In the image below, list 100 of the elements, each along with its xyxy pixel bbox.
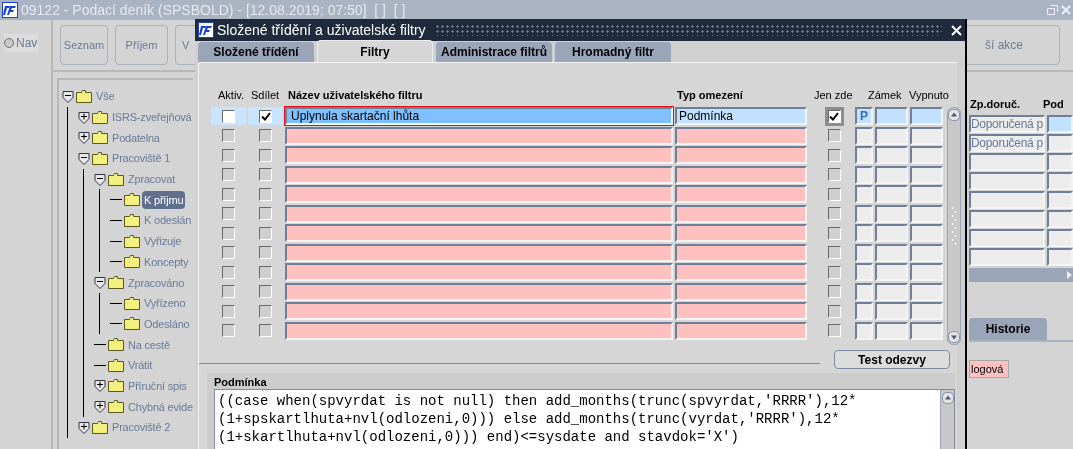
text-field[interactable]: [875, 204, 908, 223]
text-field[interactable]: [285, 165, 673, 184]
checkbox[interactable]: [827, 324, 841, 337]
checkbox[interactable]: [827, 226, 841, 240]
tab[interactable]: Administrace filtrů: [436, 42, 552, 62]
tree-item[interactable]: Pracoviště 1: [110, 149, 173, 168]
text-field[interactable]: [855, 146, 873, 164]
checkbox[interactable]: [222, 324, 235, 337]
scroll-down-icon[interactable]: [948, 331, 960, 343]
checkbox[interactable]: [827, 168, 841, 181]
text-field[interactable]: [675, 302, 807, 320]
text-field[interactable]: [875, 321, 908, 340]
text-field[interactable]: [875, 126, 908, 145]
checkbox[interactable]: [222, 226, 235, 240]
scrollbar[interactable]: [969, 268, 1073, 282]
text-field[interactable]: [910, 126, 943, 145]
checkbox[interactable]: [259, 226, 272, 240]
scrollbar[interactable]: [947, 107, 961, 345]
radio-button[interactable]: [4, 38, 14, 48]
text-field[interactable]: [855, 185, 873, 203]
text-field[interactable]: [675, 185, 807, 203]
tree-item[interactable]: Vrátit: [126, 356, 155, 375]
checkbox[interactable]: [827, 148, 841, 162]
text-field[interactable]: [675, 165, 807, 184]
text-field[interactable]: [285, 126, 673, 145]
collapse-icon[interactable]: [94, 276, 106, 290]
text-field[interactable]: [285, 243, 673, 262]
text-field[interactable]: Podmínka: [675, 107, 807, 125]
checkbox[interactable]: [259, 109, 272, 123]
text-field[interactable]: [675, 204, 807, 223]
text-field[interactable]: [875, 243, 908, 262]
text-field[interactable]: [910, 263, 943, 281]
text-field[interactable]: [855, 165, 873, 184]
expand-icon[interactable]: [78, 110, 90, 124]
text-field[interactable]: [855, 224, 873, 242]
text-field[interactable]: [675, 243, 807, 262]
checkbox[interactable]: [827, 265, 841, 279]
checkbox[interactable]: [222, 246, 235, 259]
checkbox[interactable]: [827, 304, 841, 318]
checkbox[interactable]: [259, 246, 272, 259]
text-field[interactable]: [910, 107, 943, 125]
tab[interactable]: Historie: [969, 318, 1047, 340]
text-field[interactable]: [910, 243, 943, 262]
checkbox[interactable]: [827, 109, 841, 123]
checkbox[interactable]: [827, 285, 841, 298]
tree-item[interactable]: Vše: [94, 87, 117, 106]
checkbox[interactable]: [259, 168, 272, 181]
text-field[interactable]: [910, 224, 943, 242]
text-field[interactable]: [675, 126, 807, 145]
scroll-up-icon[interactable]: [941, 392, 954, 404]
collapse-icon[interactable]: [94, 172, 106, 186]
scrollbar[interactable]: [940, 390, 954, 449]
text-field[interactable]: P: [855, 107, 873, 125]
text-field[interactable]: [855, 302, 873, 320]
tree-item[interactable]: Podatelna: [110, 128, 162, 147]
text-field[interactable]: [910, 165, 943, 184]
checkbox[interactable]: [222, 109, 235, 123]
text-field[interactable]: [285, 224, 673, 242]
text-field[interactable]: [285, 302, 673, 320]
text-field[interactable]: [875, 302, 908, 320]
collapse-icon[interactable]: [78, 151, 90, 165]
text-field[interactable]: Uplynula skartační lhůta: [285, 107, 673, 125]
tree-item[interactable]: Příruční spis: [126, 376, 189, 395]
scroll-right-icon[interactable]: [1065, 270, 1073, 280]
checkbox[interactable]: [222, 285, 235, 298]
expand-icon[interactable]: [78, 420, 90, 434]
checkbox[interactable]: [222, 148, 235, 162]
text-field[interactable]: [875, 107, 908, 125]
scroll-up-icon[interactable]: [948, 109, 960, 121]
tree-item[interactable]: ISRS-zveřejňová: [110, 108, 194, 127]
text-field[interactable]: [675, 263, 807, 281]
checkbox[interactable]: [259, 285, 272, 298]
checkbox[interactable]: [827, 207, 841, 220]
toolbar-button[interactable]: Seznam: [60, 25, 108, 65]
text-field[interactable]: [675, 146, 807, 164]
checkbox[interactable]: [827, 246, 841, 259]
tab[interactable]: Složené třídění: [198, 42, 314, 62]
checkbox[interactable]: [827, 187, 841, 201]
text-field[interactable]: [875, 185, 908, 203]
checkbox[interactable]: [222, 168, 235, 181]
text-field[interactable]: [285, 185, 673, 203]
test-button[interactable]: Test odezvy: [834, 350, 950, 369]
text-field[interactable]: [875, 146, 908, 164]
text-field[interactable]: [910, 185, 943, 203]
text-field[interactable]: [675, 224, 807, 242]
expand-icon[interactable]: [94, 379, 106, 393]
collapse-icon[interactable]: [62, 89, 74, 103]
expand-icon[interactable]: [94, 400, 106, 414]
text-field[interactable]: [910, 204, 943, 223]
text-field[interactable]: [875, 263, 908, 281]
checkbox[interactable]: [222, 265, 235, 279]
text-field[interactable]: [285, 146, 673, 164]
tab[interactable]: Hromadný filtr: [555, 42, 671, 62]
text-field[interactable]: [855, 263, 873, 281]
checkbox[interactable]: [222, 207, 235, 220]
text-field[interactable]: [910, 302, 943, 320]
tree-item[interactable]: Pracoviště 2: [110, 418, 173, 437]
checkbox[interactable]: [827, 129, 841, 142]
checkbox[interactable]: [222, 304, 235, 318]
text-field[interactable]: [285, 263, 673, 281]
